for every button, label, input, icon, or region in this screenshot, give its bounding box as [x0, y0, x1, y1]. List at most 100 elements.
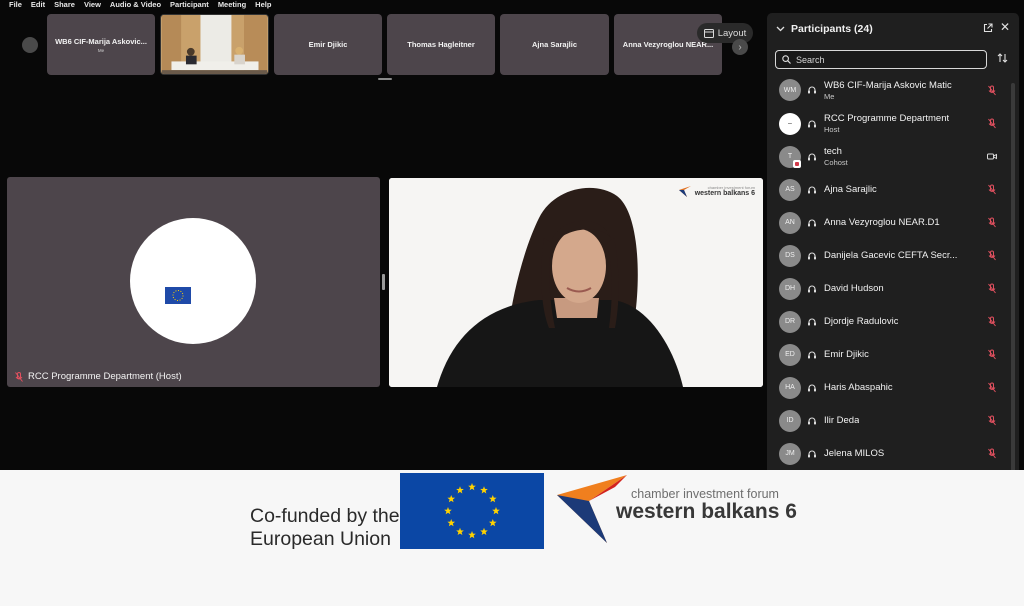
menu-share[interactable]: Share — [54, 0, 75, 10]
menu-meeting[interactable]: Meeting — [218, 0, 246, 10]
participant-name: David Hudson — [824, 283, 884, 294]
participant-role: Me — [824, 91, 835, 101]
strip-next-button[interactable]: › — [732, 39, 748, 55]
participants-panel: Participants (24) ✕ WM WB6 CIF-Marija Ask… — [767, 13, 1019, 470]
participant-row[interactable]: AN Anna Vezyroglou NEAR.D1 — [773, 206, 1011, 239]
eu-star — [468, 483, 476, 491]
tile-name: RCC Programme Department (Host) — [28, 371, 182, 382]
audio-headset-icon — [808, 186, 816, 193]
mic-muted-icon[interactable] — [987, 415, 997, 426]
thumbnail-participant[interactable]: Emir Djikic — [274, 14, 382, 75]
participant-initials: ID — [786, 417, 794, 424]
participant-avatar: HA — [779, 376, 801, 399]
strip-prev-button[interactable] — [22, 37, 38, 53]
video-camera-icon[interactable] — [987, 151, 997, 162]
menu-view[interactable]: View — [84, 0, 101, 10]
participant-avatar: DR — [779, 310, 801, 333]
participant-row[interactable]: Ttech Cohost — [773, 140, 1011, 173]
layout-label: Layout — [717, 27, 747, 39]
thumbnail-participant[interactable]: Ajna Sarajlic — [500, 14, 609, 75]
close-icon[interactable]: ✕ — [1000, 21, 1010, 33]
thumbnail-participant[interactable]: Thomas Hagleitner — [387, 14, 495, 75]
panel-header: Participants (24) — [767, 13, 1019, 45]
participant-role: Cohost — [824, 158, 848, 167]
eu-star — [480, 527, 488, 536]
participant-avatar: JM — [779, 442, 801, 465]
strip-resize-handle[interactable] — [378, 78, 392, 80]
pop-out-icon[interactable] — [983, 23, 993, 33]
participant-row[interactable]: DR Djordje Radulovic — [773, 305, 1011, 338]
layout-icon — [703, 28, 714, 38]
thumbnail-self[interactable]: WB6 CIF-Marija Askovic... Me — [47, 14, 155, 75]
app-root: File Edit Share View Audio & Video Parti… — [0, 0, 1024, 606]
mic-muted-icon[interactable] — [987, 250, 997, 261]
audio-headset-icon — [808, 219, 816, 226]
mic-muted-icon[interactable] — [987, 349, 997, 360]
sponsor-banner: Co-funded by the European Union chamber … — [0, 470, 1024, 606]
participant-initials: DR — [784, 318, 796, 325]
participant-row[interactable]: WM WB6 CIF-Marija Askovic Matic Me — [773, 73, 1011, 107]
video-tile-speaker[interactable]: chamber investment forum western balkans… — [389, 178, 763, 387]
sort-icon[interactable] — [997, 53, 1008, 63]
mic-muted-icon — [15, 371, 23, 382]
tile-divider-handle[interactable] — [382, 274, 385, 290]
mic-muted-icon[interactable] — [987, 184, 997, 195]
menu-participant[interactable]: Participant — [170, 0, 209, 10]
participant-avatar: AN — [779, 211, 801, 234]
menu-help[interactable]: Help — [255, 0, 271, 10]
audio-headset-icon — [808, 86, 816, 94]
participant-info: Jelena MILOS — [824, 448, 884, 459]
eu-star — [447, 495, 456, 503]
thumbnail-name: Emir Djikic — [308, 40, 348, 49]
eu-cofunded-text: Co-funded by the European Union — [250, 505, 400, 551]
thumbnail-video-room[interactable] — [160, 14, 269, 75]
participant-initials: AN — [785, 219, 795, 226]
participant-row[interactable]: HA Haris Abaspahic — [773, 371, 1011, 404]
thumbnail-name: Anna Vezyroglou NEAR... — [622, 40, 714, 49]
participant-initials: HA — [785, 384, 795, 391]
mic-muted-icon[interactable] — [987, 448, 997, 459]
participant-initials: DH — [784, 285, 796, 292]
recording-badge-icon — [793, 159, 801, 168]
eu-flag-logo — [400, 473, 544, 549]
eu-star — [456, 486, 464, 494]
participant-row[interactable]: ID Ilir Deda — [773, 404, 1011, 437]
participant-role: Host — [824, 125, 840, 134]
eu-star — [444, 507, 452, 515]
participant-avatar: AS — [779, 178, 801, 201]
participant-name: Anna Vezyroglou NEAR.D1 — [824, 217, 940, 228]
video-tile-host[interactable]: RCC Programme Department (Host) — [7, 177, 380, 387]
search-field[interactable] — [775, 50, 987, 69]
mic-muted-icon[interactable] — [987, 118, 997, 129]
participant-name: WB6 CIF-Marija Askovic Matic — [824, 79, 952, 91]
participant-name: Djordje Radulovic — [824, 316, 899, 327]
eu-stars-icon — [444, 483, 500, 539]
participant-info: Ilir Deda — [824, 415, 859, 426]
mic-muted-icon[interactable] — [987, 85, 997, 96]
participant-row[interactable]: AS Ajna Sarajlic — [773, 173, 1011, 206]
participant-info: David Hudson — [824, 283, 884, 294]
participant-row[interactable]: – RCC Programme Department Host — [773, 107, 1011, 140]
panel-title: Participants (24) — [791, 23, 873, 35]
search-input[interactable] — [796, 54, 976, 65]
participant-row[interactable]: DH David Hudson — [773, 272, 1011, 305]
participant-row[interactable]: JM Jelena MILOS — [773, 437, 1011, 470]
participant-row[interactable]: DS Danijela Gacevic CEFTA Secr... — [773, 239, 1011, 272]
menu-audio-video[interactable]: Audio & Video — [110, 0, 161, 10]
eu-flag-icon — [165, 287, 191, 304]
audio-headset-icon — [808, 120, 816, 127]
participant-row[interactable]: ED Emir Djikic — [773, 338, 1011, 371]
participant-name: Ilir Deda — [824, 415, 860, 426]
chevron-right-icon: › — [738, 41, 742, 53]
menu-edit[interactable]: Edit — [31, 0, 45, 10]
mic-muted-icon[interactable] — [987, 283, 997, 294]
chevron-down-icon[interactable] — [776, 26, 785, 32]
panel-scrollbar[interactable] — [1011, 83, 1015, 470]
eu-star — [492, 507, 500, 515]
participant-info: WB6 CIF-Marija Askovic Matic Me — [824, 80, 952, 101]
video-room-image — [161, 15, 268, 74]
mic-muted-icon[interactable] — [987, 316, 997, 327]
mic-muted-icon[interactable] — [987, 382, 997, 393]
mic-muted-icon[interactable] — [987, 217, 997, 228]
menu-file[interactable]: File — [9, 0, 22, 10]
